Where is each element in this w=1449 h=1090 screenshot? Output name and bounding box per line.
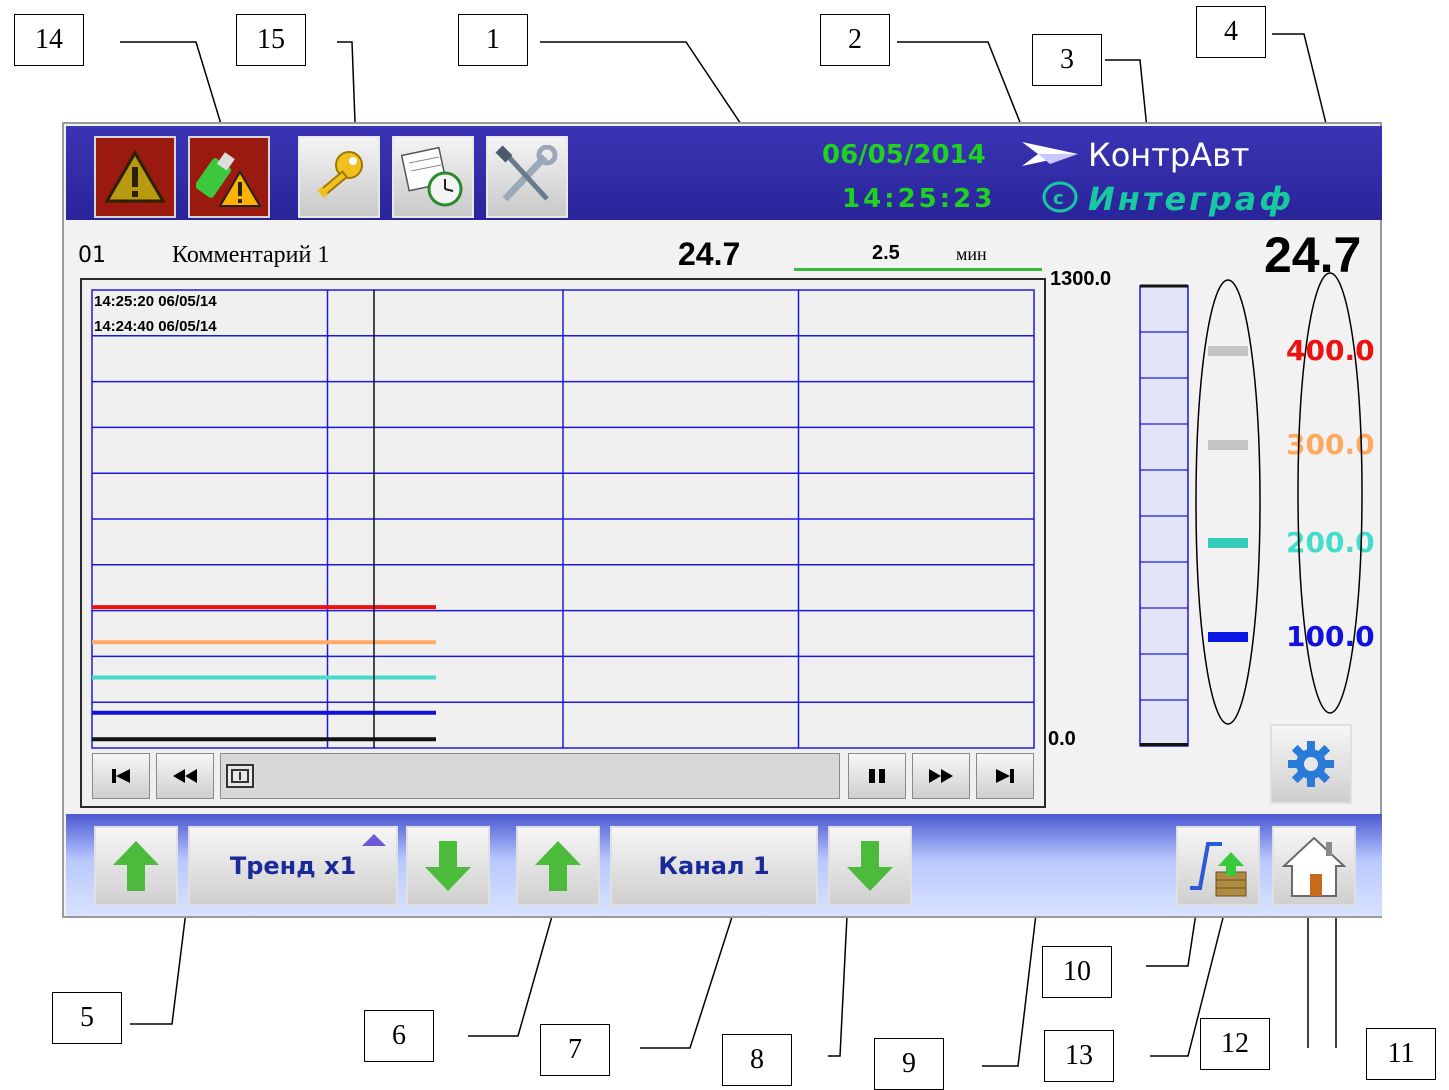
brand-name: КонтрАвт <box>1088 136 1250 174</box>
alarm-button[interactable] <box>94 136 176 218</box>
start-timestamp: 14:24:40 06/05/14 <box>94 318 217 335</box>
callout-4: 4 <box>1196 6 1266 58</box>
gear-icon <box>1288 741 1334 787</box>
warning-icon <box>105 150 165 203</box>
callout-3: 3 <box>1032 34 1102 86</box>
callout-5: 5 <box>52 992 122 1044</box>
callout-12: 12 <box>1200 1018 1270 1070</box>
key-icon <box>317 151 363 199</box>
callout-7: 7 <box>540 1024 610 1076</box>
channel-select-button[interactable]: Канал 1 <box>610 826 818 906</box>
callout-10: 10 <box>1042 946 1112 998</box>
rewind-icon <box>173 769 197 783</box>
trend-period-value: 2.5 <box>872 242 900 264</box>
brand-subtitle: Интеграф <box>1088 180 1295 218</box>
channel-settings-button[interactable] <box>1270 724 1352 804</box>
rewind-button[interactable] <box>156 753 214 799</box>
date-display: 06/05/2014 <box>822 140 986 170</box>
trend-mode-label: Тренд x1 <box>229 852 357 880</box>
callout-1: 1 <box>458 14 528 66</box>
cursor-timestamp: 14:25:20 06/05/14 <box>94 293 217 310</box>
scale-max-label: 1300.0 <box>1050 268 1112 290</box>
scale-min-label: 0.0 <box>1048 728 1076 750</box>
channel-comment: Комментарий 1 <box>172 242 330 268</box>
usb-warning-icon <box>196 152 262 207</box>
scroll-thumb-icon <box>226 764 254 788</box>
callout-13: 13 <box>1044 1030 1114 1082</box>
go-last-button[interactable] <box>976 753 1034 799</box>
settings-tools-button[interactable] <box>486 136 568 218</box>
setpoint-highlight-ellipses <box>1195 272 1363 725</box>
wrench-screwdriver-icon <box>495 145 558 202</box>
channel-label: Канал 1 <box>658 852 770 880</box>
key-button[interactable] <box>298 136 380 218</box>
time-scrollbar[interactable] <box>220 753 840 799</box>
schedule-button[interactable] <box>392 136 474 218</box>
callout-6: 6 <box>364 1010 434 1062</box>
home-button[interactable] <box>1272 826 1356 906</box>
trend-mode-button[interactable]: Тренд x1 <box>188 826 398 906</box>
arrow-down-icon <box>847 841 893 891</box>
callout-14: 14 <box>14 14 84 66</box>
trend-panel: 14:25:20 06/05/14 14:24:40 06/05/14 <box>80 278 1046 808</box>
mode-up-button[interactable] <box>94 826 178 906</box>
callout-9: 9 <box>874 1038 944 1090</box>
arrow-up-icon <box>113 841 159 891</box>
trend-chart <box>91 289 1035 749</box>
bottom-bar: Тренд x1 Канал 1 <box>66 814 1382 916</box>
home-icon <box>1282 836 1346 897</box>
calendar-clock-icon <box>401 146 463 207</box>
mode-down-button[interactable] <box>406 826 490 906</box>
fast-forward-icon <box>929 769 953 783</box>
go-first-button[interactable] <box>92 753 150 799</box>
callout-8: 8 <box>722 1034 792 1086</box>
top-bar: 06/05/2014 14:25:23 КонтрАвт c Интеграф <box>66 126 1382 220</box>
arrow-up-icon <box>535 841 581 891</box>
brand-logo-icon <box>1022 142 1078 166</box>
skip-start-icon <box>112 769 130 783</box>
archive-button[interactable] <box>1176 826 1260 906</box>
skip-end-icon <box>996 769 1014 783</box>
pause-button[interactable] <box>848 753 906 799</box>
trend-archive-icon <box>1190 842 1247 897</box>
time-display: 14:25:23 <box>842 184 996 214</box>
caret-up-icon <box>362 834 386 846</box>
svg-text:c: c <box>1053 188 1064 209</box>
channel-up-button[interactable] <box>516 826 600 906</box>
trend-period-unit: мин <box>956 244 987 264</box>
callout-2: 2 <box>820 14 890 66</box>
channel-current-value: 24.7 <box>678 236 741 272</box>
callout-11: 11 <box>1366 1028 1436 1080</box>
callout-15: 15 <box>236 14 306 66</box>
bar-graph <box>1139 284 1189 747</box>
period-indicator-line <box>794 268 1042 271</box>
arrow-down-icon <box>425 841 471 891</box>
usb-alarm-button[interactable] <box>188 136 270 218</box>
channel-number: 01 <box>78 243 106 268</box>
pause-icon <box>869 769 885 783</box>
channel-down-button[interactable] <box>828 826 912 906</box>
integraf-logo-icon: c <box>1042 181 1078 213</box>
fast-forward-button[interactable] <box>912 753 970 799</box>
